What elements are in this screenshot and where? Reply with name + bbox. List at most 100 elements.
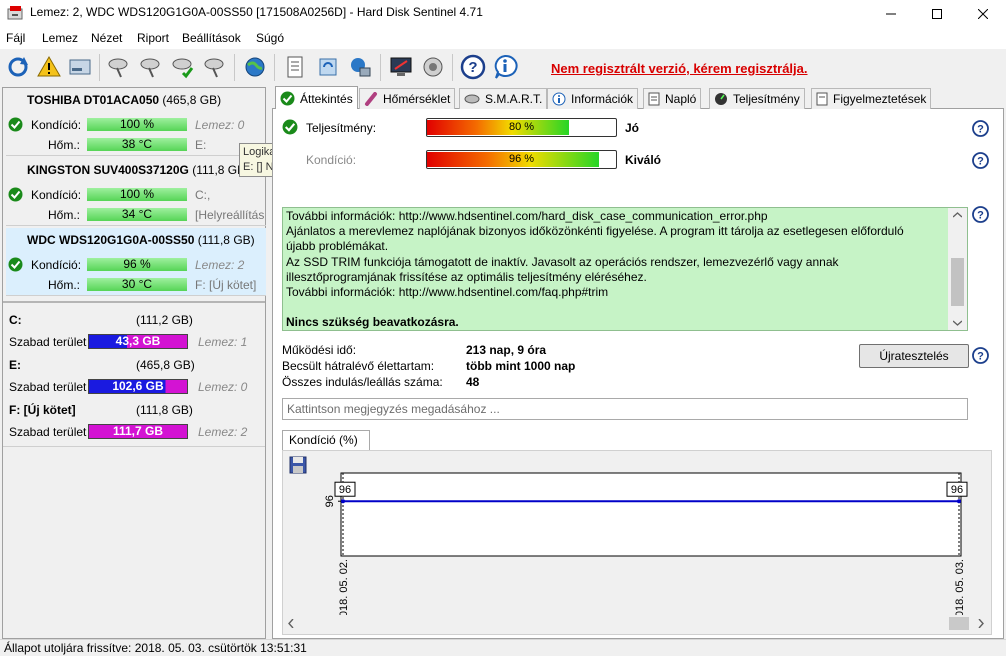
disk-tool-button-1[interactable] [104,52,134,82]
tab-temperature[interactable]: Hőmérséklet [359,88,456,109]
partition-item-f[interactable]: F: [Új kötet] (111,8 GB) Szabad terület … [6,398,266,442]
svg-text:?: ? [977,210,984,222]
refresh-icon [8,57,28,77]
maximize-button[interactable] [914,0,960,27]
drive-letter: C:, [195,188,211,202]
help-icon[interactable]: ? [972,152,989,169]
disk-item-toshiba[interactable]: TOSHIBA DT01ACA050 (465,8 GB) Kondíció: … [6,88,266,156]
scroll-down-icon[interactable] [953,320,962,326]
condition-chart: 96 96 96 2018. 05. 02. 2018. 05. 03. [282,450,992,635]
app-logo-icon [7,6,23,20]
menu-file[interactable]: Fájl [6,31,25,45]
help-button[interactable]: ? [458,52,488,82]
comment-input[interactable]: Kattintson megjegyzés megadásához ... [282,398,968,420]
disk-name: KINGSTON SUV400S37120G (111,8 GB) [27,163,250,177]
scroll-right-icon[interactable] [978,619,984,628]
temperature-value: 30 °C [87,278,187,291]
volume-name: [Helyreállítás [195,208,265,222]
menu-help[interactable]: Súgó [256,31,284,45]
settings-button[interactable] [386,52,416,82]
unregistered-link[interactable]: Nem regisztrált verzió, kérem regisztrál… [551,61,808,76]
disk-item-kingston[interactable]: KINGSTON SUV400S37120G (111,8 GB) Kondíc… [6,158,266,226]
menu-view[interactable]: Nézet [91,31,122,45]
svg-text:?: ? [977,124,984,136]
condition-value: 100 % [87,188,187,201]
disk-tool-button-4[interactable] [200,52,230,82]
partition-name: F: [Új kötet] [9,403,76,417]
partition-item-e[interactable]: E: (465,8 GB) Szabad terület 102,6 GB Le… [6,353,266,397]
svg-text:?: ? [977,351,984,363]
scroll-left-icon[interactable] [288,619,294,628]
tab-information[interactable]: Információk [547,88,639,109]
warning-icon [37,56,61,77]
tab-overview[interactable]: Áttekintés [275,86,358,110]
ok-check-icon [8,257,23,272]
sync-button[interactable] [313,52,343,82]
info-icon [552,92,566,106]
log-icon [648,92,660,106]
refresh-button[interactable] [3,52,33,82]
partition-disk-index: Lemez: 1 [198,335,248,349]
monitor-settings-icon [390,57,412,76]
scroll-thumb[interactable] [951,258,964,306]
status-bar: Állapot utoljára frissítve: 2018. 05. 03… [0,639,1006,655]
toolbar: ? Nem regisztrált verzió, kérem regisztr… [0,49,1006,87]
help-icon[interactable]: ? [972,120,989,137]
details-panel: Áttekintés Hőmérséklet S.M.A.R.T. Inform… [272,86,1004,639]
svg-text:?: ? [977,156,984,168]
minimize-button[interactable] [868,0,914,27]
free-space-bar: 111,7 GB [88,424,188,439]
partition-item-c[interactable]: C: (111,2 GB) Szabad terület 43,3 GB Lem… [6,308,266,352]
partition-size: (111,8 GB) [136,403,193,417]
info-line: Ajánlatos a merevlemez naplójának bizony… [286,224,904,239]
performance-label: Teljesítmény: [306,121,377,135]
disk-tool-button-3[interactable] [168,52,198,82]
help-icon[interactable]: ? [972,347,989,364]
info-conclusion: Nincs szükség beavatkozásra. [286,315,459,330]
status-info-box: További információk: http://www.hdsentin… [282,207,968,331]
help-icon[interactable]: ? [972,206,989,223]
report-button[interactable] [280,52,310,82]
tab-performance[interactable]: Teljesítmény [709,88,805,109]
partition-name: E: [9,358,21,372]
y-tick-label: 96 [324,495,336,507]
retest-button[interactable]: Újratesztelés [859,344,969,368]
info-scrollbar[interactable] [948,208,967,330]
help-icon: ? [460,54,486,80]
disk-button[interactable] [65,52,95,82]
free-space-label: Szabad terület [9,380,87,394]
plot-area [340,472,962,557]
chart-tab-condition[interactable]: Kondíció (%) [282,430,370,451]
scroll-up-icon[interactable] [953,212,962,218]
menu-settings[interactable]: Beállítások [182,31,241,45]
tab-smart[interactable]: S.M.A.R.T. [459,88,548,109]
info-line: Az SSD TRIM funkciója támogatott de inak… [286,254,839,269]
menu-disk[interactable]: Lemez [42,31,78,45]
condition-label: Kondíció: [31,258,82,272]
performance-bar: 80 % [426,118,617,137]
globe-button[interactable] [240,52,270,82]
tab-alerts[interactable]: Figyelmeztetések [811,88,932,109]
chart-plot: 96 96962018. 05. 02. 2018. 05. 03. [324,472,968,621]
disk-name: WDC WDS120G1G0A-00SS50 (111,8 GB) [27,233,255,247]
disk-item-wdc[interactable]: WDC WDS120G1G0A-00SS50 (111,8 GB) Kondíc… [6,228,266,296]
info-line: illesztőprogramjának frissítése az optim… [286,269,647,284]
disk-tool-button-2[interactable] [136,52,166,82]
condition-label: Kondíció: [31,188,82,202]
menu-bar: Fájl Lemez Nézet Riport Beállítások Súgó [0,27,1006,49]
menu-report[interactable]: Riport [137,31,169,45]
alert-button[interactable] [34,52,64,82]
network-button[interactable] [345,52,375,82]
chart-horizontal-scrollbar[interactable] [283,615,991,632]
sound-button[interactable] [418,52,448,82]
partition-size: (111,2 GB) [136,313,193,327]
health-rating: Kiváló [625,153,662,167]
scroll-thumb[interactable] [949,617,969,630]
remaining-lifetime-value: több mint 1000 nap [466,359,576,373]
tab-log[interactable]: Napló [643,88,702,109]
info-button[interactable] [490,52,520,82]
health-bar: 96 % [426,150,617,169]
close-button[interactable] [960,0,1006,27]
info-line: További információk: http://www.hdsentin… [286,285,609,300]
ok-check-icon [8,117,23,132]
